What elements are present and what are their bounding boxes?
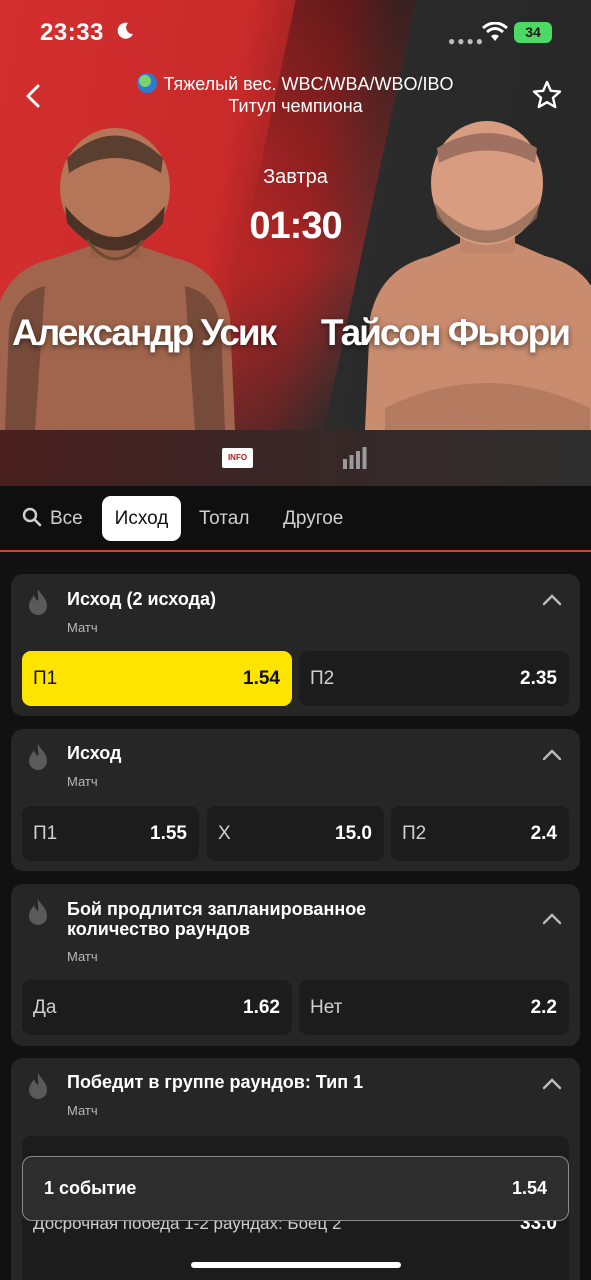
wifi-icon [482, 22, 508, 41]
odd-label: Да [33, 997, 57, 1018]
odd-label: П1 [33, 668, 58, 689]
filter-tab-total[interactable]: Тотал [199, 496, 249, 541]
battery-indicator: 34 [514, 22, 552, 43]
odd-button-draw[interactable]: Х 15.0 [207, 806, 384, 861]
globe-icon [137, 73, 158, 93]
market-title-line1: Бой продлится запланированное [67, 899, 367, 919]
betslip-count: 1 событие [44, 1178, 137, 1198]
odd-label: П2 [402, 823, 427, 844]
market-title: Победит в группе раундов: Тип 1 [67, 1072, 364, 1092]
market-title-line2: количество раундов [67, 919, 251, 939]
odd-button-yes[interactable]: Да 1.62 [22, 980, 292, 1035]
odd-value: 2.35 [520, 668, 557, 689]
betslip-bar[interactable]: 1 событие 1.54 [22, 1156, 569, 1221]
odd-label: Х [218, 823, 231, 844]
home-indicator[interactable] [191, 1262, 401, 1268]
status-time: 23:33 [40, 19, 104, 46]
filter-tab-all-label: Все [50, 508, 83, 529]
flame-icon [29, 899, 47, 925]
odd-label: П2 [310, 668, 335, 689]
chevron-up-icon[interactable] [542, 913, 562, 925]
fighter1-name: Александр Усик [12, 312, 277, 353]
flame-icon [29, 1073, 47, 1099]
flame-icon [29, 589, 47, 615]
moon-icon [117, 22, 133, 39]
odd-value: 1.54 [243, 668, 280, 689]
event-hero: 23:33 ●●●● 34 Тяжелый вес. WBC/WBA/WBO/I… [0, 0, 591, 430]
event-start-time: 01:30 [249, 205, 342, 247]
odd-label: Нет [310, 997, 343, 1018]
odd-label: П1 [33, 823, 58, 844]
odd-button-p2[interactable]: П2 2.4 [391, 806, 569, 861]
market-title: Бой продлится запланированное количество… [67, 899, 366, 939]
back-button[interactable] [18, 78, 50, 114]
status-bar: 23:33 ●●●● 34 [0, 0, 591, 64]
event-title-line1: Тяжелый вес. WBC/WBA/WBO/IBO [163, 74, 454, 94]
event-title: Тяжелый вес. WBC/WBA/WBO/IBO Титул чемпи… [90, 73, 501, 117]
market-card-outcome-3way: Исход Матч П1 1.55 Х 15.0 П2 2.4 [11, 729, 580, 871]
event-title-line2: Титул чемпиона [228, 96, 363, 116]
chevron-up-icon[interactable] [542, 1078, 562, 1090]
market-subtitle: Матч [67, 949, 98, 964]
chevron-up-icon[interactable] [542, 594, 562, 606]
market-title: Исход (2 исхода) [67, 589, 217, 609]
odd-button-p2[interactable]: П2 2.35 [299, 651, 569, 706]
fighter1-photo [0, 128, 235, 430]
filter-tab-all[interactable]: Все [22, 496, 83, 541]
signal-dots-icon: ●●●● [448, 34, 485, 48]
market-filter-bar: Все Исход Тотал Другое [0, 486, 591, 552]
odd-button-no[interactable]: Нет 2.2 [299, 980, 569, 1035]
favorite-star-icon[interactable] [530, 78, 564, 112]
market-subtitle: Матч [67, 774, 98, 789]
odd-value: 1.55 [150, 823, 187, 844]
market-subtitle: Матч [67, 620, 98, 635]
odd-value: 1.62 [243, 997, 280, 1018]
market-card-outcome-2way: Исход (2 исхода) Матч П1 1.54 П2 2.35 [11, 574, 580, 716]
market-subtitle: Матч [67, 1103, 98, 1118]
info-tab-icon[interactable]: INFO [222, 448, 253, 468]
market-title: Исход [67, 743, 122, 763]
market-card-full-distance: Бой продлится запланированное количество… [11, 884, 580, 1046]
statistics-icon[interactable] [343, 447, 367, 469]
odd-value: 2.2 [530, 997, 557, 1018]
search-icon [22, 507, 42, 527]
event-date: Завтра [263, 166, 328, 188]
odd-button-p1[interactable]: П1 1.55 [22, 806, 199, 861]
odd-value: 15.0 [335, 823, 372, 844]
filter-tab-outcome[interactable]: Исход [102, 496, 181, 541]
odd-button-p1[interactable]: П1 1.54 [22, 651, 292, 706]
fighter2-photo [365, 121, 591, 430]
betslip-total-odds: 1.54 [511, 1178, 547, 1198]
fighter2-name: Тайсон Фьюри [320, 312, 571, 353]
odd-value: 2.4 [530, 823, 557, 844]
filter-tab-other[interactable]: Другое [283, 496, 343, 541]
flame-icon [29, 744, 47, 770]
chevron-up-icon[interactable] [542, 749, 562, 761]
event-info-strip: INFO [0, 430, 591, 486]
